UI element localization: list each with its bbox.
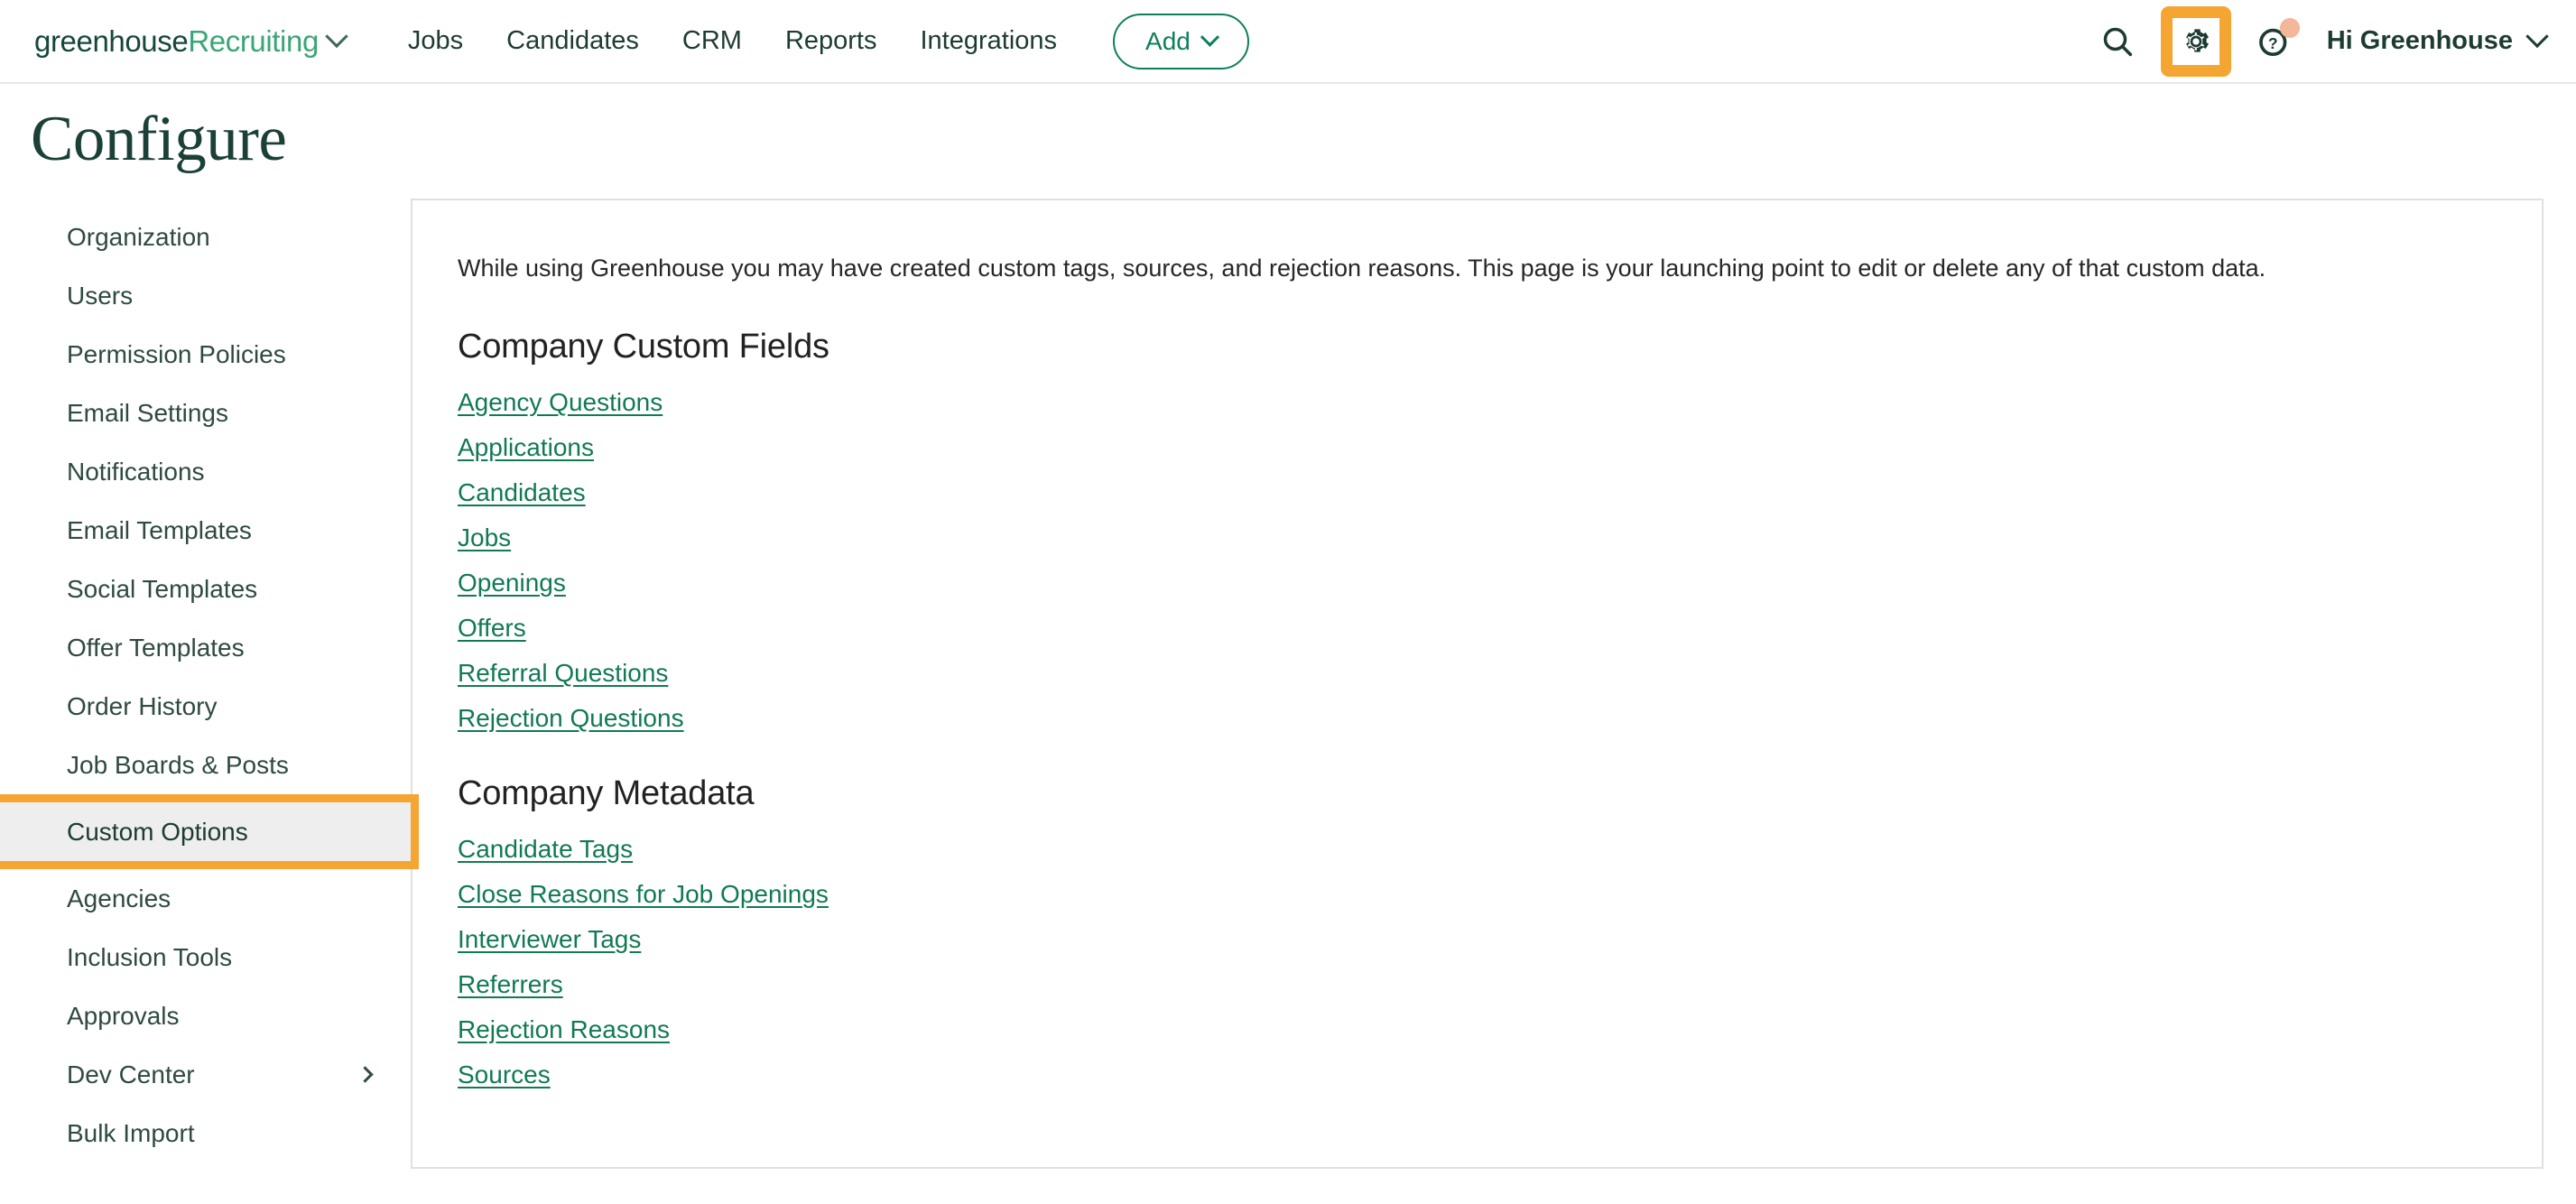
sidebar-item-dev-center[interactable]: Dev Center bbox=[0, 1045, 411, 1104]
sidebar-item-job-boards-and-posts[interactable]: Job Boards & Posts bbox=[0, 736, 411, 794]
sidebar-item-label: Approvals bbox=[67, 1001, 180, 1030]
nav-item-crm[interactable]: CRM bbox=[661, 26, 764, 56]
link-rejection-questions[interactable]: Rejection Questions bbox=[458, 706, 684, 731]
link-referrers[interactable]: Referrers bbox=[458, 972, 563, 997]
nav-item-integrations[interactable]: Integrations bbox=[898, 26, 1079, 56]
sidebar-item-label: Order History bbox=[67, 691, 218, 720]
settings-button[interactable] bbox=[2160, 5, 2231, 77]
sidebar-item-label: Offer Templates bbox=[67, 633, 245, 662]
company-custom-fields-link-list: Agency Questions Applications Candidates… bbox=[458, 390, 2488, 731]
sidebar-item-users[interactable]: Users bbox=[0, 266, 411, 325]
sidebar-item-label: Users bbox=[67, 281, 134, 310]
sidebar-item-label: Email Templates bbox=[67, 515, 252, 544]
custom-options-panel: While using Greenhouse you may have crea… bbox=[411, 199, 2544, 1170]
configure-sidebar: Organization Users Permission Policies E… bbox=[0, 199, 419, 1169]
sidebar-item-label: Agencies bbox=[67, 884, 171, 912]
link-jobs[interactable]: Jobs bbox=[458, 525, 511, 551]
link-candidate-tags[interactable]: Candidate Tags bbox=[458, 837, 633, 862]
link-interviewer-tags[interactable]: Interviewer Tags bbox=[458, 927, 641, 952]
sidebar-item-offer-templates[interactable]: Offer Templates bbox=[0, 618, 411, 677]
sidebar-item-social-templates[interactable]: Social Templates bbox=[0, 560, 411, 618]
link-candidates[interactable]: Candidates bbox=[458, 480, 586, 505]
top-navigation-bar: greenhouseRecruiting Jobs Candidates CRM… bbox=[0, 0, 2576, 84]
link-offers[interactable]: Offers bbox=[458, 616, 526, 641]
sidebar-item-label: Permission Policies bbox=[67, 339, 286, 368]
link-agency-questions[interactable]: Agency Questions bbox=[458, 390, 663, 415]
gear-icon bbox=[2185, 28, 2209, 52]
sidebar-item-order-history[interactable]: Order History bbox=[0, 677, 411, 736]
link-sources[interactable]: Sources bbox=[458, 1062, 551, 1088]
nav-item-jobs[interactable]: Jobs bbox=[386, 26, 485, 56]
chevron-down-icon bbox=[2525, 24, 2549, 48]
chevron-down-icon bbox=[325, 24, 348, 48]
logo-secondary-text: Recruiting bbox=[188, 23, 319, 58]
link-rejection-reasons[interactable]: Rejection Reasons bbox=[458, 1017, 670, 1042]
user-menu-label: Hi Greenhouse bbox=[2326, 26, 2513, 55]
logo-primary-text: greenhouse bbox=[34, 23, 189, 58]
sidebar-item-permission-policies[interactable]: Permission Policies bbox=[0, 325, 411, 384]
page-title: Configure bbox=[31, 104, 287, 174]
sidebar-item-custom-options[interactable]: Custom Options bbox=[0, 794, 419, 869]
sidebar-item-label: Social Templates bbox=[67, 574, 258, 603]
sidebar-item-label: Organization bbox=[67, 222, 210, 251]
sidebar-item-email-templates[interactable]: Email Templates bbox=[0, 501, 411, 560]
sidebar-item-label: Bulk Import bbox=[67, 1118, 195, 1147]
settings-icon-backdrop bbox=[2172, 17, 2219, 65]
section-heading-company-custom-fields: Company Custom Fields bbox=[458, 328, 829, 366]
nav-item-reports[interactable]: Reports bbox=[764, 26, 899, 56]
section-heading-company-metadata: Company Metadata bbox=[458, 774, 755, 813]
page-body: Organization Users Permission Policies E… bbox=[0, 171, 2576, 1170]
svg-text:?: ? bbox=[2268, 34, 2278, 52]
add-button[interactable]: Add bbox=[1113, 13, 1249, 69]
search-icon bbox=[2103, 27, 2132, 56]
sidebar-item-organization[interactable]: Organization bbox=[0, 208, 411, 266]
add-button-label: Add bbox=[1145, 26, 1191, 55]
user-menu[interactable]: Hi Greenhouse bbox=[2326, 24, 2549, 56]
sidebar-item-agencies[interactable]: Agencies bbox=[0, 869, 411, 928]
sidebar-item-approvals[interactable]: Approvals bbox=[0, 986, 411, 1045]
sidebar-item-label: Custom Options bbox=[67, 817, 248, 846]
help-button[interactable]: ? bbox=[2246, 13, 2303, 70]
sidebar-item-notifications[interactable]: Notifications bbox=[0, 442, 411, 501]
brand-logo[interactable]: greenhouseRecruiting bbox=[34, 23, 348, 59]
top-bar-actions: ? Hi Greenhouse bbox=[2089, 5, 2549, 77]
link-referral-questions[interactable]: Referral Questions bbox=[458, 661, 668, 686]
sidebar-item-bulk-import[interactable]: Bulk Import bbox=[0, 1104, 411, 1162]
intro-text: While using Greenhouse you may have crea… bbox=[458, 255, 2266, 282]
sidebar-item-label: Email Settings bbox=[67, 398, 228, 427]
search-button[interactable] bbox=[2089, 13, 2146, 70]
link-close-reasons-for-job-openings[interactable]: Close Reasons for Job Openings bbox=[458, 882, 829, 907]
sidebar-item-label: Inclusion Tools bbox=[67, 942, 233, 971]
nav-item-candidates[interactable]: Candidates bbox=[485, 26, 661, 56]
sidebar-item-email-settings[interactable]: Email Settings bbox=[0, 384, 411, 442]
notification-dot-icon bbox=[2279, 17, 2300, 38]
primary-nav: Jobs Candidates CRM Reports Integrations bbox=[386, 26, 1079, 56]
chevron-down-icon bbox=[1200, 27, 1219, 47]
link-applications[interactable]: Applications bbox=[458, 435, 594, 460]
sidebar-item-label: Job Boards & Posts bbox=[67, 750, 289, 779]
chevron-right-icon bbox=[357, 1066, 374, 1083]
link-openings[interactable]: Openings bbox=[458, 570, 566, 596]
company-metadata-link-list: Candidate Tags Close Reasons for Job Ope… bbox=[458, 837, 2488, 1088]
sidebar-item-label: Notifications bbox=[67, 457, 205, 486]
sidebar-item-label: Dev Center bbox=[67, 1060, 195, 1088]
sidebar-item-inclusion-tools[interactable]: Inclusion Tools bbox=[0, 928, 411, 986]
